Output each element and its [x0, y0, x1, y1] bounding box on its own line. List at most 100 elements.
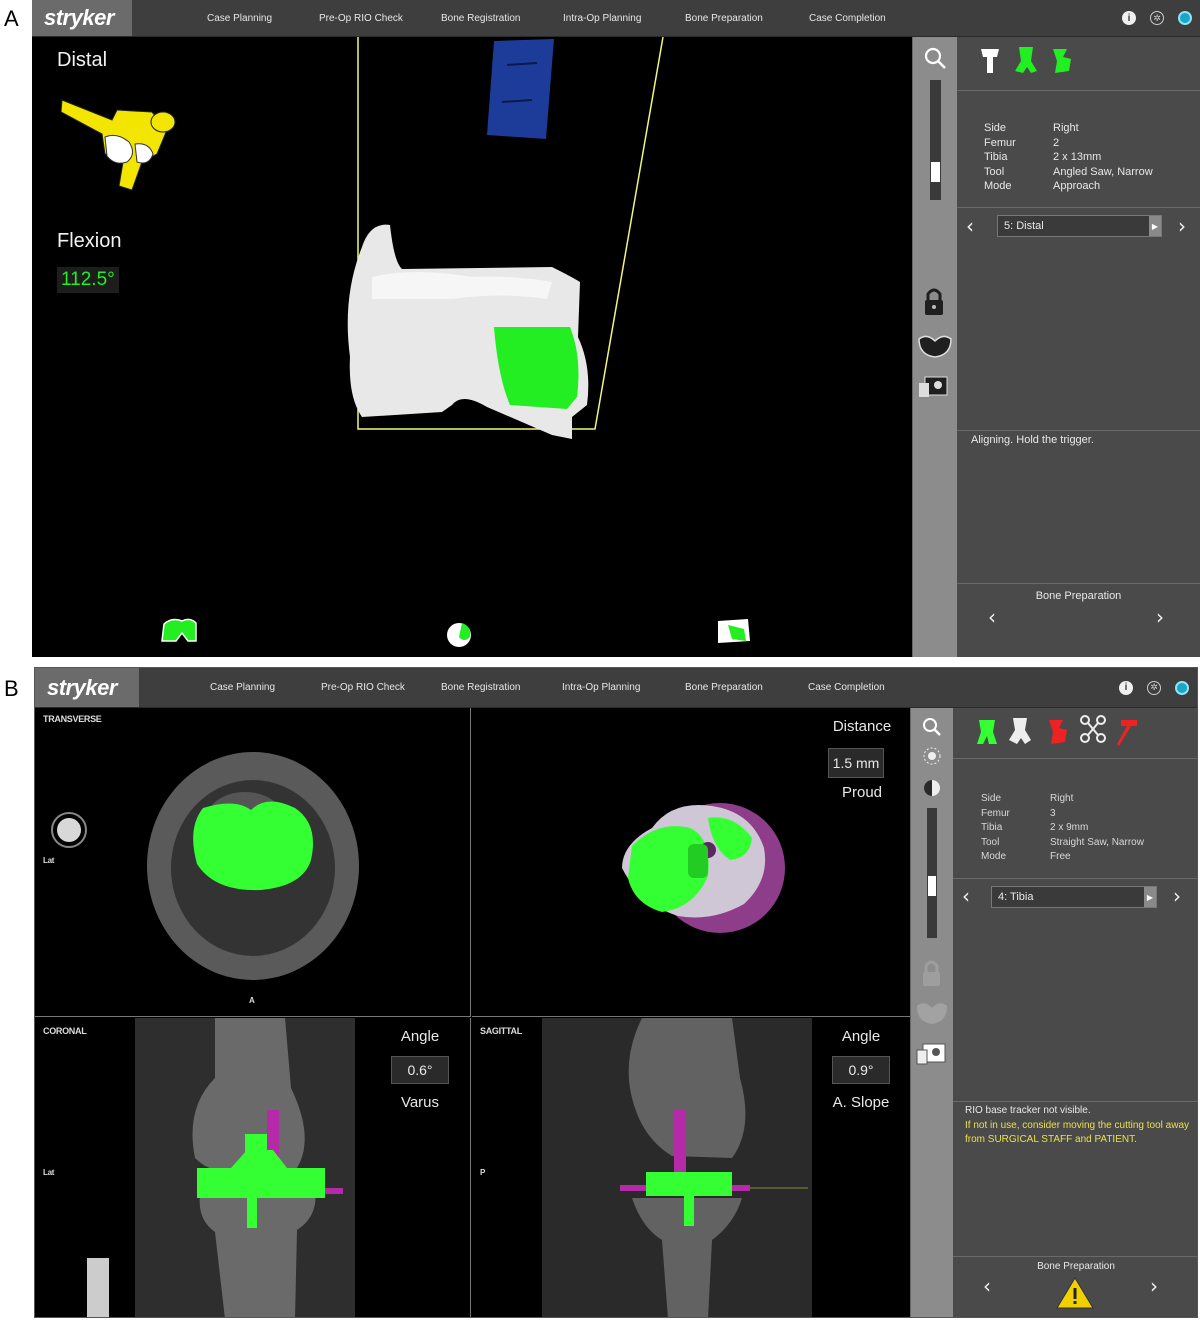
- femur-front-icon: [161, 618, 197, 642]
- chevron-right-icon: ▶: [1144, 887, 1156, 907]
- zoom-icon: [923, 718, 941, 736]
- panel-a-letter: A: [4, 6, 19, 31]
- gear-icon[interactable]: ✲: [1150, 11, 1164, 25]
- info-value-tool: Angled Saw, Narrow: [1053, 165, 1153, 178]
- nav-icons: i ✲: [1119, 668, 1189, 707]
- case-info: Side Right Femur 2 Tibia 2 x 13mm Tool Angle…: [984, 121, 1153, 194]
- info-value-tibia: 2 x 13mm: [1053, 151, 1102, 163]
- info-value-mode: Approach: [1053, 180, 1101, 192]
- stryker-logo: stryker: [35, 668, 139, 707]
- info-value-tool: Straight Saw, Narrow: [1050, 836, 1144, 848]
- warning-message-line2: If not in use, consider moving the cutti…: [965, 1119, 1190, 1146]
- step-prev-button[interactable]: ‹: [966, 214, 974, 238]
- transverse-bottom-label: A: [249, 996, 255, 1005]
- info-value-mode: Free: [1050, 851, 1071, 862]
- step-next-button[interactable]: ›: [1173, 884, 1181, 908]
- sagittal-view[interactable]: SAGITTAL P Angle 0.9° A. Slope: [472, 1018, 910, 1317]
- info-icon[interactable]: i: [1119, 680, 1133, 695]
- cut-step-icon: [1053, 49, 1071, 73]
- warning-message-line1: RIO base tracker not visible.: [965, 1105, 1091, 1116]
- step-next-button[interactable]: ›: [1178, 214, 1186, 238]
- femur-side-icon: [447, 623, 471, 647]
- info-key-side: Side: [981, 793, 1002, 804]
- lock-icon: [925, 288, 943, 315]
- nav-bone-registration[interactable]: Bone Registration: [441, 0, 521, 36]
- info-key-femur: Femur: [984, 136, 1016, 149]
- femur-tibia-bone-icon: [981, 49, 999, 73]
- tibia-3d-view[interactable]: Distance 1.5 mm Proud: [472, 708, 910, 1017]
- info-value-tibia: 2 x 9mm: [1050, 822, 1089, 833]
- panel-b-letter: B: [4, 676, 19, 701]
- distance-title: Distance: [832, 718, 892, 735]
- top-nav-bar: stryker Case Planning Pre-Op RIO Check B…: [35, 668, 1197, 708]
- transverse-side-label: Lat: [43, 856, 55, 865]
- warning-triangle-icon: [1056, 1277, 1094, 1309]
- coronal-view[interactable]: CORONAL Lat Angle 0.6° Varus: [35, 1018, 471, 1317]
- zoom-icon: [924, 47, 946, 69]
- step-selector-value: 5: Distal: [1004, 220, 1044, 232]
- nav-case-planning[interactable]: Case Planning: [210, 668, 275, 707]
- sagittal-angle-title: Angle: [841, 1028, 881, 1045]
- nav-icons: i ✲: [1122, 0, 1192, 36]
- sidebar-divider: [957, 583, 1200, 584]
- nav-bone-preparation[interactable]: Bone Preparation: [685, 0, 763, 36]
- step-selector[interactable]: 5: Distal ▶: [997, 215, 1162, 237]
- camera-view-icon: [919, 376, 948, 397]
- brightness-icon: [923, 747, 941, 765]
- zoom-slider-handle: [931, 162, 940, 182]
- info-icon[interactable]: i: [1122, 11, 1136, 25]
- transverse-ct-image: [51, 752, 359, 980]
- nav-case-completion[interactable]: Case Completion: [808, 668, 885, 707]
- distance-status: Proud: [841, 784, 883, 801]
- info-value-femur: 3: [1050, 807, 1056, 819]
- stage-next-button[interactable]: ›: [1156, 605, 1164, 629]
- lock-icon: [923, 960, 940, 986]
- femur-white-icon: [1009, 718, 1031, 744]
- camera-view-icon: [916, 1043, 946, 1065]
- sagittal-side-label: P: [480, 1168, 486, 1177]
- info-value-side: Right: [1050, 793, 1074, 804]
- probe-tool-icon: [1117, 720, 1137, 746]
- nav-intra-op-planning[interactable]: Intra-Op Planning: [562, 668, 640, 707]
- sidebar-divider: [957, 207, 1200, 208]
- nav-pre-op-rio-check[interactable]: Pre-Op RIO Check: [319, 0, 403, 36]
- footer-stage-label: Bone Preparation: [1037, 1261, 1115, 1272]
- nav-pre-op-rio-check[interactable]: Pre-Op RIO Check: [321, 668, 405, 707]
- nav-case-completion[interactable]: Case Completion: [809, 0, 886, 36]
- tibia-view-icon: [917, 1003, 947, 1024]
- contrast-icon: [924, 780, 940, 796]
- femur-3d-model: [161, 37, 750, 647]
- step-prev-button[interactable]: ‹: [962, 884, 970, 908]
- stage-next-button[interactable]: ›: [1150, 1274, 1158, 1298]
- nav-intra-op-planning[interactable]: Intra-Op Planning: [563, 0, 641, 36]
- coronal-angle-value: 0.6°: [391, 1056, 449, 1084]
- status-message: Aligning. Hold the trigger.: [971, 434, 1094, 446]
- gear-icon[interactable]: ✲: [1147, 680, 1161, 695]
- info-key-mode: Mode: [984, 180, 1012, 192]
- stage-prev-button[interactable]: ‹: [988, 605, 996, 629]
- transverse-view[interactable]: TRANSVERSE Lat A: [35, 708, 471, 1017]
- nav-case-planning[interactable]: Case Planning: [207, 0, 272, 36]
- cut-step-icon: [1049, 720, 1067, 744]
- panel-a: stryker Case Planning Pre-Op RIO Check B…: [32, 0, 1200, 657]
- stage-prev-button[interactable]: ‹: [983, 1274, 991, 1298]
- camera-icon[interactable]: [1178, 11, 1192, 25]
- tibia-view-icon: [918, 335, 952, 358]
- main-3d-viewport[interactable]: Distal Flexion 112.5°: [32, 37, 912, 657]
- sagittal-angle-status: A. Slope: [832, 1094, 890, 1111]
- nav-bone-preparation[interactable]: Bone Preparation: [685, 668, 763, 707]
- info-value-femur: 2: [1053, 136, 1060, 149]
- chevron-right-icon: ▶: [1149, 216, 1161, 236]
- nav-bone-registration[interactable]: Bone Registration: [441, 668, 521, 707]
- sidebar-divider: [953, 878, 1197, 879]
- window-slider-handle: [928, 876, 936, 896]
- coronal-side-label: Lat: [43, 1168, 55, 1177]
- camera-icon[interactable]: [1175, 680, 1189, 695]
- info-key-tibia: Tibia: [984, 151, 1008, 163]
- coronal-angle-status: Varus: [400, 1094, 440, 1111]
- step-selector-value: 4: Tibia: [998, 891, 1034, 903]
- step-selector[interactable]: 4: Tibia ▶: [991, 886, 1157, 908]
- sidebar-divider: [953, 1101, 1197, 1102]
- sidebar-divider: [957, 430, 1200, 431]
- tool-column: [912, 37, 957, 657]
